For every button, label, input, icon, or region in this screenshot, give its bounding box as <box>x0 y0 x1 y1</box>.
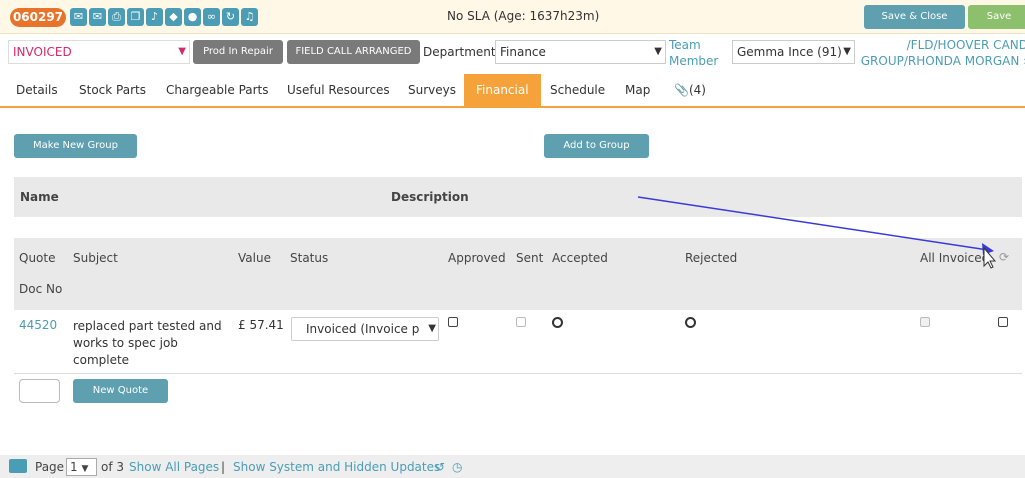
edit-icon[interactable] <box>9 459 27 473</box>
tab-schedule[interactable]: Schedule <box>550 74 605 106</box>
tab-useful-resources[interactable]: Useful Resources <box>287 74 390 106</box>
copy-icon[interactable]: ❐ <box>127 8 144 26</box>
team-member-label: Team Member <box>669 37 718 69</box>
bell-icon[interactable]: ♫ <box>241 8 258 26</box>
new-quote-button[interactable]: New Quote <box>73 379 168 403</box>
department-value: Finance <box>500 45 546 59</box>
group-name-header: Name <box>20 190 59 204</box>
customer-line2-text: GROUP/RHONDA MORGAN <box>860 54 1020 68</box>
attachments-count: (4) <box>688 83 706 97</box>
customer-line1: /FLD/HOOVER CAND <box>906 38 1025 52</box>
subject-line1: replaced part tested and <box>73 319 222 333</box>
clock-icon[interactable]: ◷ <box>452 460 462 474</box>
approved-checkbox[interactable] <box>448 317 458 327</box>
page-label: Page <box>35 460 65 474</box>
tab-attachments[interactable]: 📎(4) <box>674 74 706 106</box>
quote-status-select[interactable]: Invoiced (Invoice p ▼ <box>291 317 439 341</box>
subject-line3: complete <box>73 353 130 367</box>
department-label: Department <box>423 45 496 59</box>
location-icon[interactable]: ● <box>184 8 201 26</box>
sent-checkbox[interactable] <box>516 317 526 327</box>
job-status-select[interactable]: INVOICED ▼ <box>8 40 190 64</box>
top-bar: 060297 ✉ ✉ ⎙ ❐ ♪ ◆ ● ∞ ↻ ♫ No SLA (Age: … <box>0 0 1025 34</box>
tab-financial[interactable]: Financial <box>464 74 541 106</box>
sla-status: No SLA (Age: 1637h23m) <box>447 9 600 23</box>
pagination-footer: Page 1 ▼ of 3 Show All Pages | Show Syst… <box>0 455 1025 478</box>
chevron-down-icon: ▼ <box>81 464 89 474</box>
quote-doc-link[interactable]: 44520 <box>19 318 57 332</box>
job-number-badge[interactable]: 060297 <box>10 8 66 27</box>
doc-no-header: Doc No <box>19 282 63 296</box>
customer-link[interactable]: /FLD/HOOVER CAND GROUP/RHONDA MORGAN › <box>858 37 1025 69</box>
show-hidden-updates-link[interactable]: Show System and Hidden Updates <box>233 460 440 474</box>
chevron-down-icon: ▼ <box>178 46 186 57</box>
group-table-header: Name Description <box>14 177 1022 217</box>
save-button[interactable]: Save <box>968 5 1025 29</box>
page-value: 1 <box>70 460 78 474</box>
field-call-arranged-button[interactable]: FIELD CALL ARRANGED <box>287 40 420 64</box>
subject-header: Subject <box>73 251 118 265</box>
chevron-down-icon: ▼ <box>426 318 436 340</box>
team-member-value: Gemma Ince (91) <box>737 45 842 59</box>
table-row: 44520 replaced part tested and works to … <box>14 310 1022 374</box>
tab-chargeable-parts[interactable]: Chargeable Parts <box>166 74 269 106</box>
quote-table-header: Quote Doc No Subject Value Status Approv… <box>14 238 1022 310</box>
accepted-radio[interactable] <box>552 317 563 328</box>
prod-in-repair-button[interactable]: Prod In Repair <box>193 40 283 64</box>
music-icon[interactable]: ♪ <box>146 8 163 26</box>
new-quote-input[interactable] <box>19 379 60 403</box>
group-description-header: Description <box>391 190 469 204</box>
customer-line2: GROUP/RHONDA MORGAN › <box>858 53 1025 69</box>
department-select[interactable]: Finance ▼ <box>495 40 666 64</box>
tab-stock-parts[interactable]: Stock Parts <box>79 74 146 106</box>
job-status-value: INVOICED <box>13 45 72 59</box>
team-label-line1: Team <box>669 38 701 52</box>
mail-icon[interactable]: ✉ <box>70 8 87 26</box>
page-select[interactable]: 1 ▼ <box>66 458 97 476</box>
toolbar-icons: ✉ ✉ ⎙ ❐ ♪ ◆ ● ∞ ↻ ♫ <box>70 8 258 27</box>
status-header: Status <box>290 251 329 265</box>
accepted-header: Accepted <box>552 251 608 265</box>
chevron-down-icon: ▼ <box>654 46 662 57</box>
refresh-icon[interactable]: ⟳ <box>999 250 1009 264</box>
page-count: of 3 <box>101 460 125 474</box>
make-new-group-button[interactable]: Make New Group <box>14 134 137 158</box>
subject-line2: works to spec job <box>73 336 178 350</box>
tab-map[interactable]: Map <box>625 74 650 106</box>
paperclip-icon: 📎 <box>674 83 689 97</box>
print-icon[interactable]: ⎙ <box>108 8 125 26</box>
all-invoiced-header: All Invoiced <box>920 251 990 265</box>
refresh-icon[interactable]: ↻ <box>222 8 239 26</box>
show-all-pages-link[interactable]: Show All Pages <box>129 460 219 474</box>
sent-header: Sent <box>516 251 544 265</box>
approved-header: Approved <box>448 251 506 265</box>
quote-header: Quote <box>19 251 56 265</box>
tab-bar: Details Stock Parts Chargeable Parts Use… <box>0 74 1025 108</box>
chevron-down-icon: ▼ <box>843 46 851 57</box>
save-close-button[interactable]: Save & Close <box>864 5 965 29</box>
rejected-header: Rejected <box>685 251 738 265</box>
quote-value: £ 57.41 <box>238 318 284 332</box>
undo-icon[interactable]: ↺ <box>435 460 445 474</box>
add-to-group-button[interactable]: Add to Group <box>544 134 649 158</box>
all-invoiced-checkbox[interactable] <box>920 317 930 327</box>
team-label-line2: Member <box>669 54 719 68</box>
job-bar: INVOICED ▼ Prod In Repair FIELD CALL ARR… <box>0 35 1025 75</box>
tab-surveys[interactable]: Surveys <box>408 74 456 106</box>
rejected-radio[interactable] <box>685 317 696 328</box>
envelope-icon[interactable]: ✉ <box>89 8 106 26</box>
footer-separator: | <box>221 460 226 474</box>
quote-status-value: Invoiced (Invoice p <box>306 322 420 336</box>
value-header: Value <box>238 251 271 265</box>
select-row-checkbox[interactable] <box>998 317 1008 327</box>
quote-subject: replaced part tested and works to spec j… <box>73 318 223 369</box>
shield-icon[interactable]: ◆ <box>165 8 182 26</box>
link-icon[interactable]: ∞ <box>203 8 220 26</box>
team-member-select[interactable]: Gemma Ince (91) ▼ <box>732 40 855 64</box>
tab-details[interactable]: Details <box>16 74 58 106</box>
